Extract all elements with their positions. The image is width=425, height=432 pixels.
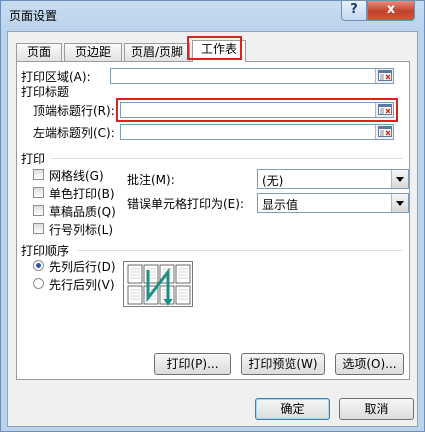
options-button[interactable]: 选项(O)...	[335, 353, 404, 375]
over-then-down-radio[interactable]	[33, 278, 44, 289]
cancel-button[interactable]: 取消	[339, 398, 414, 420]
print-titles-group-label: 打印标题	[21, 85, 70, 99]
comments-select[interactable]: (无)	[257, 169, 409, 189]
row-column-headings-label: 行号列标(L)	[49, 223, 114, 237]
dialog-title: 页面设置	[9, 9, 58, 23]
row-column-headings-checkbox[interactable]	[33, 223, 44, 234]
chevron-down-icon[interactable]	[391, 194, 408, 212]
over-then-down-label: 先行后列(V)	[49, 278, 115, 292]
print-area-collapse-button[interactable]	[375, 69, 393, 83]
down-then-over-radio[interactable]	[33, 260, 44, 271]
rows-to-repeat-label: 顶端标题行(R):	[33, 104, 115, 118]
cell-errors-select[interactable]: 显示值	[257, 193, 409, 213]
page-order-preview	[123, 261, 193, 307]
draft-quality-label: 草稿品质(Q)	[49, 205, 116, 219]
print-button[interactable]: 打印(P)...	[154, 353, 231, 375]
draft-quality-checkbox[interactable]	[33, 205, 44, 216]
title-bar[interactable]: 页面设置 ? x	[1, 1, 424, 31]
print-group-label: 打印	[21, 152, 46, 166]
help-button[interactable]: ?	[341, 1, 367, 21]
print-group-divider	[51, 158, 403, 159]
tab-header-footer[interactable]: 页眉/页脚	[124, 43, 190, 61]
cell-errors-label: 错误单元格打印为(E):	[127, 197, 244, 211]
dialog-body: 页面 页边距 页眉/页脚 工作表 打印区域(A): 打印标题 顶端标题行(R):…	[7, 31, 418, 427]
range-select-icon	[378, 126, 392, 137]
columns-to-repeat-input[interactable]	[120, 124, 394, 140]
range-select-icon	[378, 70, 392, 81]
tab-page[interactable]: 页面	[16, 43, 62, 61]
tab-margins[interactable]: 页边距	[64, 43, 122, 61]
comments-label: 批注(M):	[127, 173, 175, 187]
rows-to-repeat-input[interactable]	[120, 102, 394, 118]
columns-collapse-button[interactable]	[375, 125, 393, 139]
ok-button[interactable]: 确定	[255, 398, 330, 420]
black-and-white-checkbox[interactable]	[33, 187, 44, 198]
columns-to-repeat-label: 左端标题列(C):	[33, 126, 115, 140]
close-button[interactable]: x	[367, 1, 415, 21]
black-and-white-label: 单色打印(B)	[49, 187, 115, 201]
print-area-input[interactable]	[110, 68, 394, 84]
comments-value: (无)	[262, 174, 284, 188]
tab-sheet[interactable]: 工作表	[192, 40, 246, 62]
gridlines-label: 网格线(G)	[49, 169, 104, 183]
page-setup-dialog: 页面设置 ? x 页面 页边距 页眉/页脚 工作表 打印区域(A): 打印标题 …	[0, 0, 425, 432]
range-select-icon	[378, 104, 392, 115]
print-preview-button[interactable]: 打印预览(W)	[241, 353, 325, 375]
gridlines-checkbox[interactable]	[33, 169, 44, 180]
sheet-tab-panel: 打印区域(A): 打印标题 顶端标题行(R): 左端标题列(C): 打印 网格线…	[16, 61, 410, 380]
down-then-over-label: 先列后行(D)	[49, 260, 116, 274]
rows-collapse-button[interactable]	[375, 103, 393, 117]
cell-errors-value: 显示值	[262, 198, 299, 212]
page-order-divider	[77, 250, 403, 251]
close-icon: x	[386, 2, 396, 17]
chevron-down-icon[interactable]	[391, 170, 408, 188]
help-icon: ?	[350, 2, 358, 17]
page-order-group-label: 打印顺序	[21, 244, 70, 258]
